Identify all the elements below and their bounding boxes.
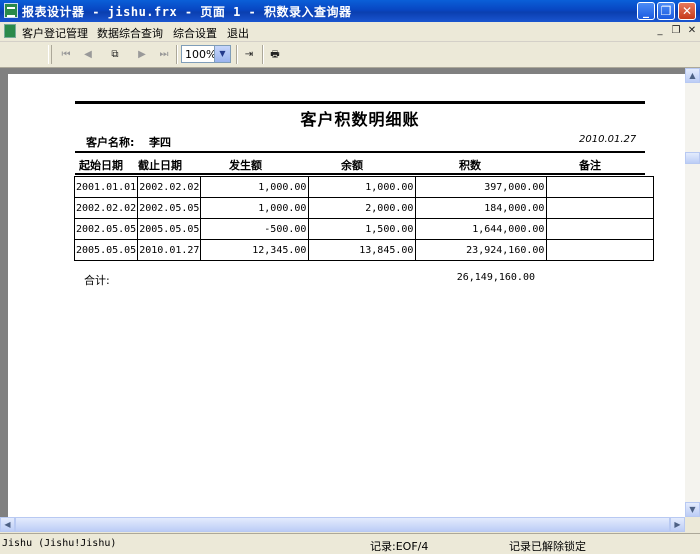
menu-data-query[interactable]: 数据综合查询 — [97, 25, 163, 41]
menu-exit[interactable]: 退出 — [227, 25, 249, 41]
toolbar-separator — [262, 45, 264, 64]
cell-balance: 1,500.00 — [308, 218, 417, 240]
app-icon — [4, 3, 18, 18]
chevron-down-icon[interactable]: ▼ — [214, 46, 230, 62]
column-header-rule-bottom — [75, 173, 645, 175]
cell-end-date: 2002.05.05 — [137, 197, 202, 219]
scroll-up-icon[interactable]: ▲ — [685, 68, 700, 83]
next-page-icon[interactable]: ▶ — [134, 47, 150, 63]
detail-table: 2001.01.01 2002.02.02 1,000.00 1,000.00 … — [73, 176, 655, 261]
copy-pages-icon[interactable]: ⧉ — [107, 47, 123, 63]
preview-toolbar: ⏮ ◀ ⧉ ▶ ⏭ 100% ▼ ⇥ 🖶 — [0, 42, 700, 68]
mdi-minimize-icon[interactable]: _ — [654, 25, 666, 37]
cell-amount: 1,000.00 — [200, 197, 310, 219]
col-header-remarks: 备注 — [579, 159, 601, 172]
col-header-accumulated: 积数 — [459, 159, 481, 172]
cell-amount: -500.00 — [200, 218, 310, 240]
column-header-rule-top — [75, 151, 645, 153]
maximize-button[interactable]: ❐ — [657, 2, 675, 20]
cell-accumulated: 184,000.00 — [415, 197, 548, 219]
cell-remarks — [546, 176, 655, 198]
horizontal-scrollbar[interactable]: ◀ ▶ — [0, 517, 685, 532]
scroll-corner — [685, 517, 700, 532]
cell-remarks — [546, 197, 655, 219]
customer-label: 客户名称: — [86, 136, 135, 149]
cell-start-date: 2005.05.05 — [73, 239, 139, 261]
document-icon[interactable] — [4, 24, 16, 38]
header-rule — [75, 101, 645, 104]
status-lock: 记录已解除锁定 — [509, 540, 586, 553]
table-row: 2005.05.05 2010.01.27 12,345.00 13,845.0… — [73, 239, 655, 261]
table-row: 2002.02.02 2002.05.05 1,000.00 2,000.00 … — [73, 197, 655, 219]
minimize-button[interactable]: _ — [637, 2, 655, 20]
prev-page-icon[interactable]: ◀ — [80, 47, 96, 63]
zoom-select[interactable]: 100% ▼ — [181, 45, 231, 63]
cell-end-date: 2010.01.27 — [137, 239, 202, 261]
cell-start-date: 2002.05.05 — [73, 218, 139, 240]
scroll-down-icon[interactable]: ▼ — [685, 502, 700, 517]
title-bar: 报表设计器 - jishu.frx - 页面 1 - 积数录入查询器 _ ❐ ✕ — [0, 0, 700, 22]
print-icon[interactable]: 🖶 — [267, 47, 283, 63]
report-title: 客户积数明细账 — [300, 110, 420, 129]
cell-accumulated: 23,924,160.00 — [415, 239, 548, 261]
vertical-scrollbar[interactable]: ▲ ▼ — [685, 68, 700, 517]
cell-amount: 12,345.00 — [200, 239, 310, 261]
customer-name: 李四 — [149, 136, 171, 149]
cell-balance: 13,845.00 — [308, 239, 417, 261]
scroll-left-icon[interactable]: ◀ — [0, 517, 15, 532]
report-date: 2010.01.27 — [579, 134, 637, 145]
cell-balance: 1,000.00 — [308, 176, 417, 198]
total-value: 26,149,160.00 — [456, 272, 535, 283]
scroll-thumb-horizontal[interactable] — [15, 517, 670, 532]
scroll-thumb[interactable] — [685, 152, 700, 164]
menu-customer-registration[interactable]: 客户登记管理 — [22, 25, 88, 41]
toolbar-separator — [236, 45, 238, 64]
status-user: Jishu (Jishu!Jishu) — [2, 538, 117, 549]
last-page-icon[interactable]: ⏭ — [156, 47, 172, 63]
window-title: 报表设计器 - jishu.frx - 页面 1 - 积数录入查询器 — [22, 5, 352, 19]
col-header-start-date: 起始日期 — [79, 159, 123, 172]
close-button[interactable]: ✕ — [678, 2, 696, 20]
cell-end-date: 2005.05.05 — [137, 218, 202, 240]
cell-start-date: 2002.02.02 — [73, 197, 139, 219]
total-label: 合计: — [84, 274, 110, 287]
toolbar-grip[interactable] — [48, 45, 52, 64]
cell-start-date: 2001.01.01 — [73, 176, 139, 198]
cell-end-date: 2002.02.02 — [137, 176, 202, 198]
status-record: 记录:EOF/4 — [370, 540, 429, 553]
table-row: 2001.01.01 2002.02.02 1,000.00 1,000.00 … — [73, 176, 655, 198]
export-icon[interactable]: ⇥ — [241, 47, 257, 63]
mdi-close-icon[interactable]: ✕ — [686, 25, 698, 37]
zoom-value: 100% — [185, 48, 217, 61]
table-row: 2002.05.05 2005.05.05 -500.00 1,500.00 1… — [73, 218, 655, 240]
cell-remarks — [546, 239, 655, 261]
mdi-restore-icon[interactable]: ❐ — [670, 25, 682, 37]
cell-balance: 2,000.00 — [308, 197, 417, 219]
status-bar: Jishu (Jishu!Jishu) 记录:EOF/4 记录已解除锁定 — [0, 533, 700, 554]
first-page-icon[interactable]: ⏮ — [58, 47, 74, 63]
toolbar-separator — [176, 45, 178, 64]
cell-remarks — [546, 218, 655, 240]
col-header-end-date: 截止日期 — [138, 159, 182, 172]
scroll-right-icon[interactable]: ▶ — [670, 517, 685, 532]
cell-accumulated: 397,000.00 — [415, 176, 548, 198]
cell-accumulated: 1,644,000.00 — [415, 218, 548, 240]
col-header-amount: 发生额 — [229, 159, 262, 172]
cell-amount: 1,000.00 — [200, 176, 310, 198]
col-header-balance: 余额 — [341, 159, 363, 172]
menu-settings[interactable]: 综合设置 — [173, 25, 217, 41]
menu-bar: 客户登记管理 数据综合查询 综合设置 退出 _ ❐ ✕ — [0, 22, 700, 42]
